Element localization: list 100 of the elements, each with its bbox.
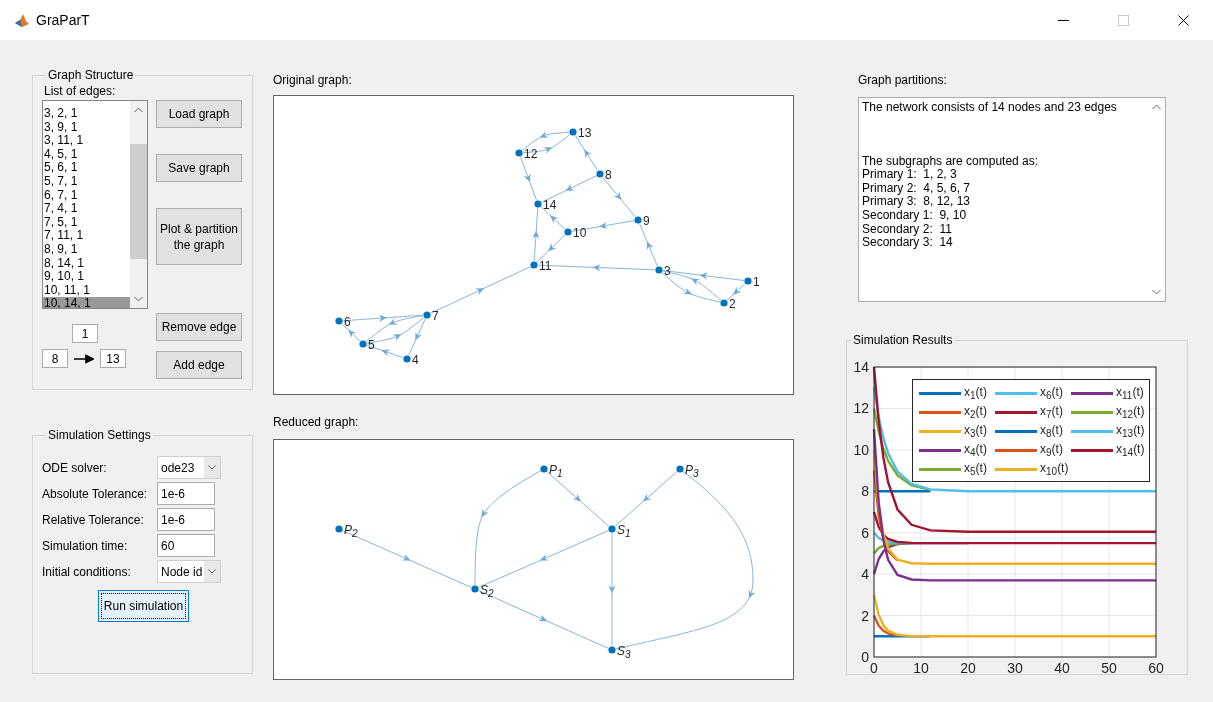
node-label: 4 xyxy=(412,354,419,367)
target-field[interactable]: 13 xyxy=(100,349,126,368)
list-item[interactable]: 7, 5, 1 xyxy=(43,215,130,230)
graph-node xyxy=(530,261,538,269)
chevron-down-icon[interactable] xyxy=(208,465,216,470)
list-item[interactable]: 3, 2, 1 xyxy=(43,107,130,121)
text-line: Secondary 2: 11 xyxy=(862,222,953,237)
graph-node xyxy=(359,340,367,348)
legend-swatch xyxy=(1071,430,1113,433)
action-button[interactable]: Load graph xyxy=(156,100,242,128)
list-item[interactable]: 6, 7, 1 xyxy=(43,188,130,203)
graph-node xyxy=(471,585,479,593)
list-item[interactable]: 5, 6, 1 xyxy=(43,161,130,175)
source-field[interactable]: 8 xyxy=(42,349,68,368)
chevron-up-icon[interactable] xyxy=(1152,104,1161,110)
peak-icon xyxy=(14,12,30,28)
graph-node xyxy=(534,200,542,208)
legend-swatch xyxy=(1071,411,1113,414)
list-item[interactable]: 10, 11, 1 xyxy=(43,283,130,298)
tick-label: 0 xyxy=(861,649,869,665)
legend-swatch xyxy=(995,392,1037,395)
tick-label: 30 xyxy=(1007,660,1023,676)
node-label: P$_{1}$ xyxy=(549,464,563,481)
chevron-down-icon[interactable] xyxy=(208,569,216,574)
field-label: Absolute Tolerance: xyxy=(42,486,149,501)
graph-node xyxy=(608,646,616,654)
list-item[interactable]: 5, 7, 1 xyxy=(43,174,130,189)
tick-label: 2 xyxy=(861,607,869,624)
text-line: Primary 2: 4, 5, 6, 7 xyxy=(862,181,972,196)
input-field[interactable]: 1e-6 xyxy=(157,482,215,505)
field-label: ODE solver: xyxy=(42,460,108,475)
edge-list[interactable]: 3, 2, 1 3, 9, 1 3, 11, 1 4, 5, 1 5, 6, 1 5, 7, 1 6, 7, 1 7, 4, 1 7, 5, 1 7, 11, 1 8, 9, 1 8, 14, 1 9, 10, 1 10, 11, 1 10, 14, 1 xyxy=(42,100,148,309)
legend-label: x$_{8}$(t) xyxy=(1040,423,1063,440)
field-label: Relative Tolerance: xyxy=(42,512,145,527)
legend-label: x$_{10}$(t) xyxy=(1040,461,1069,478)
action-button[interactable]: Remove edge xyxy=(156,313,242,341)
node-label: S$_{2}$ xyxy=(480,584,494,601)
scroll-thumb[interactable] xyxy=(130,144,147,259)
weight-field[interactable]: 1 xyxy=(72,324,98,343)
window-title: GraParT xyxy=(36,12,91,28)
graph-node xyxy=(720,299,728,307)
tick-label: 50 xyxy=(1101,660,1117,676)
action-button[interactable]: Plot & partition the graph xyxy=(156,208,242,265)
chevron-up-icon[interactable] xyxy=(134,107,143,113)
field-label: Simulation time: xyxy=(42,538,129,553)
node-label: S$_{3}$ xyxy=(617,645,631,662)
legend-swatch xyxy=(919,468,961,471)
node-label: 1 xyxy=(753,276,760,289)
panel-title: Simulation Results xyxy=(852,333,954,347)
tick-label: 60 xyxy=(1148,660,1164,676)
node-label: 11 xyxy=(539,260,552,273)
action-button[interactable]: Save graph xyxy=(156,154,242,182)
scrollbar[interactable] xyxy=(130,101,147,308)
chevron-down-icon[interactable] xyxy=(1152,289,1161,295)
node-label: P$_{3}$ xyxy=(685,464,699,481)
legend-label: x$_{6}$(t) xyxy=(1040,385,1063,402)
node-label: 2 xyxy=(729,298,736,311)
text-line: Primary 1: 1, 2, 3 xyxy=(862,168,958,182)
graph-node xyxy=(564,228,572,236)
list-item[interactable]: 10, 14, 1 xyxy=(43,297,130,308)
input-field[interactable]: 60 xyxy=(157,534,215,557)
legend-label: x$_{3}$(t) xyxy=(964,423,987,440)
tick-label: 6 xyxy=(861,524,869,541)
list-item[interactable]: 8, 14, 1 xyxy=(43,256,130,271)
node-label: 5 xyxy=(368,339,375,352)
node-label: 14 xyxy=(543,199,557,212)
legend-swatch xyxy=(1071,392,1113,395)
node-label: P$_{2}$ xyxy=(344,524,358,541)
legend-label: x$_{7}$(t) xyxy=(1040,404,1063,421)
legend-swatch xyxy=(995,411,1037,414)
panel-title: Graph Structure xyxy=(47,68,135,82)
plot-label: Original graph: xyxy=(273,73,353,88)
dropdown[interactable]: ode23 xyxy=(157,456,221,479)
input-field[interactable]: 1e-6 xyxy=(157,508,215,531)
graph-node xyxy=(403,355,411,363)
list-item[interactable]: 3, 9, 1 xyxy=(43,120,130,135)
graph-node xyxy=(515,149,523,157)
legend-swatch xyxy=(919,430,961,433)
legend-swatch xyxy=(919,392,961,395)
run-button[interactable]: Run simulation xyxy=(98,590,189,622)
legend-swatch xyxy=(995,430,1037,433)
graph-node xyxy=(423,311,431,319)
list-item[interactable]: 9, 10, 1 xyxy=(43,270,130,284)
close-icon xyxy=(1177,14,1189,26)
node-label: 3 xyxy=(664,265,671,278)
list-item[interactable]: 3, 11, 1 xyxy=(43,134,130,148)
action-button[interactable]: Add edge xyxy=(156,351,242,379)
graph-node xyxy=(335,317,343,325)
legend-label: x$_{2}$(t) xyxy=(964,404,987,421)
list-item[interactable]: 7, 11, 1 xyxy=(43,229,130,243)
graph-node xyxy=(596,170,604,178)
list-item[interactable]: 4, 5, 1 xyxy=(43,147,130,162)
list-item[interactable]: 8, 9, 1 xyxy=(43,242,130,257)
list-item[interactable]: 7, 4, 1 xyxy=(43,202,130,216)
dropdown[interactable]: Node id xyxy=(157,560,221,583)
legend-swatch xyxy=(919,411,961,414)
legend-label: x$_{1}$(t) xyxy=(964,385,987,402)
node-label: 9 xyxy=(643,215,650,228)
tick-label: 12 xyxy=(853,400,869,417)
text-line: The subgraphs are computed as: xyxy=(862,154,1040,169)
